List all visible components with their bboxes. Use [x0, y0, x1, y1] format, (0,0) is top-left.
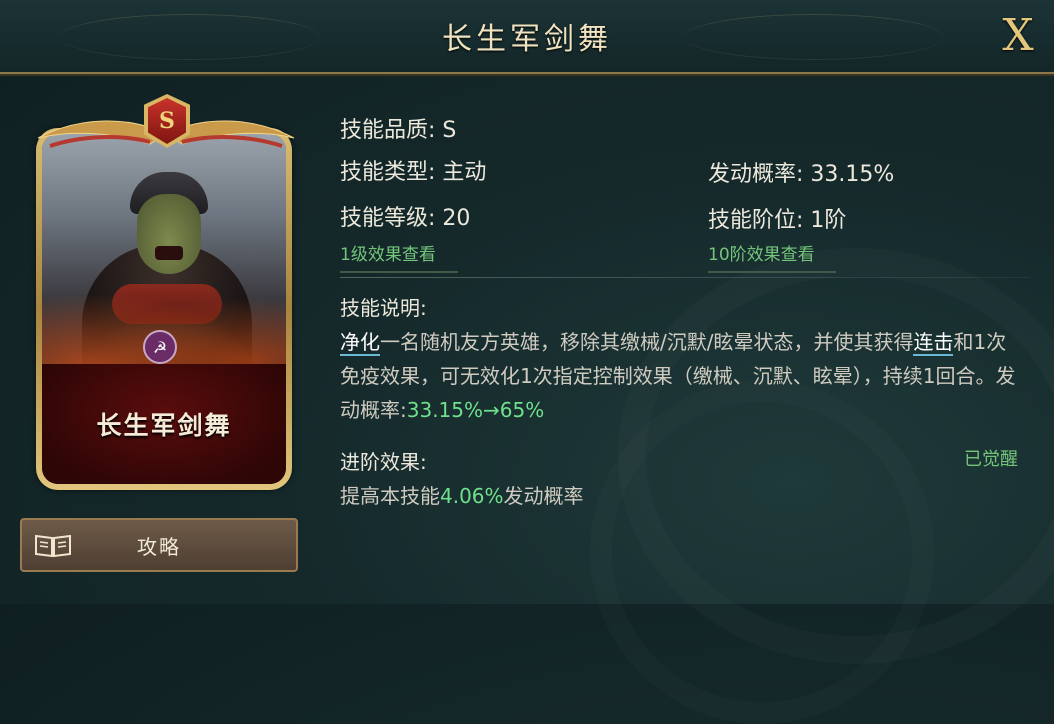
- background-swirl-2: [590, 380, 934, 724]
- skill-trigger-rate: 发动概率: 33.15%: [708, 162, 895, 187]
- portrait-mouth: [155, 246, 183, 260]
- skill-quality: 技能品质: S: [340, 118, 457, 143]
- awakened-status: 已觉醒: [964, 449, 1018, 470]
- close-button[interactable]: X: [996, 10, 1040, 61]
- guide-button[interactable]: 攻略: [20, 518, 298, 572]
- page-title: 长生军剑舞: [442, 22, 612, 57]
- keyword-combo[interactable]: 连击: [913, 330, 954, 356]
- advance-title: 进阶效果:: [340, 450, 427, 474]
- skill-tier: 技能阶位: 1阶: [708, 208, 847, 233]
- card-frame: 长生军剑舞: [36, 128, 292, 490]
- section-divider: [340, 277, 1030, 278]
- header-bar: 长生军剑舞 X: [0, 0, 1054, 74]
- skill-description: 净化一名随机友方英雄，移除其缴械/沉默/眩晕状态，并使其获得连击和1次免疫效果，…: [340, 325, 1024, 427]
- card-name-plate: 长生军剑舞: [42, 364, 286, 484]
- card-name: 长生军剑舞: [96, 411, 232, 440]
- guide-button-label: 攻略: [137, 534, 181, 559]
- tier10-effect-link[interactable]: 10阶效果查看: [708, 240, 836, 273]
- description-text-1: 一名随机友方英雄，移除其缴械/沉默/眩晕状态，并使其获得: [380, 330, 914, 354]
- advance-effect: 提高本技能4.06%发动概率: [340, 480, 584, 509]
- faction-emblem-icon: ☭: [143, 330, 177, 364]
- description-title: 技能说明:: [340, 296, 427, 320]
- rate-change: 33.15%→65%: [406, 398, 545, 422]
- card-inner: 长生军剑舞: [42, 134, 286, 484]
- skill-type: 技能类型: 主动: [340, 160, 487, 185]
- level1-effect-link[interactable]: 1级效果查看: [340, 240, 458, 273]
- keyword-purify[interactable]: 净化: [340, 330, 380, 356]
- advance-prefix: 提高本技能: [340, 484, 440, 508]
- skill-card: 长生军剑舞 S ☭: [30, 94, 302, 494]
- advance-suffix: 发动概率: [503, 484, 584, 508]
- portrait-head: [137, 194, 201, 274]
- skill-level: 技能等级: 20: [340, 206, 471, 231]
- advance-value: 4.06%: [440, 484, 504, 508]
